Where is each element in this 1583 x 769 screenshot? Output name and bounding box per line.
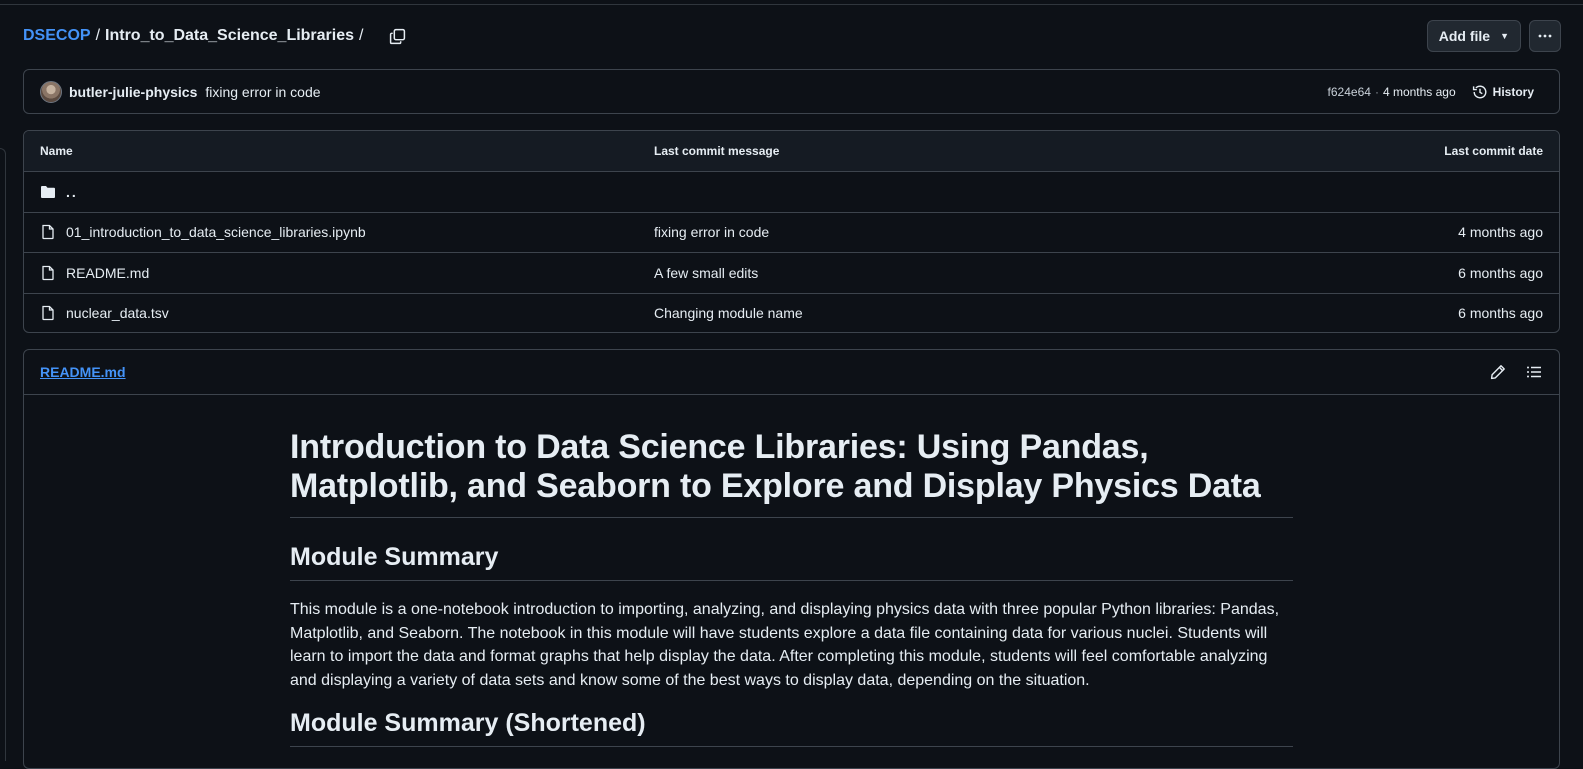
history-label: History [1492, 84, 1534, 99]
outline-button[interactable] [1525, 363, 1543, 381]
table-row: nuclear_data.tsv Changing module name 6 … [24, 292, 1559, 333]
left-panel-edge [0, 148, 6, 761]
readme-file-link[interactable]: README.md [40, 364, 126, 380]
table-row: 01_introduction_to_data_science_librarie… [24, 211, 1559, 253]
file-table: Name Last commit message Last commit dat… [23, 130, 1560, 333]
readme-content: Introduction to Data Science Libraries: … [290, 428, 1293, 748]
breadcrumb-owner-link[interactable]: DSECOP [23, 27, 91, 45]
folder-icon [40, 184, 56, 200]
list-unordered-icon [1527, 366, 1541, 378]
breadcrumb: DSECOP / Intro_to_Data_Science_Libraries… [23, 27, 368, 45]
parent-directory-cell: .. [40, 184, 78, 200]
add-file-button[interactable]: Add file ▼ [1426, 20, 1521, 52]
file-icon [40, 224, 56, 240]
commit-author-link[interactable]: butler-julie-physics [69, 84, 197, 100]
module-summary-paragraph: This module is a one-notebook introducti… [290, 601, 1280, 689]
top-border [0, 0, 1583, 5]
commit-sha-link[interactable]: f624e64 [1328, 85, 1371, 99]
table-header-row: Name Last commit message Last commit dat… [24, 131, 1559, 171]
more-options-button[interactable] [1529, 20, 1561, 52]
table-row-parent-directory[interactable]: .. [24, 171, 1559, 212]
readme-tools [1489, 363, 1543, 381]
section-heading-module-summary: Module Summary [290, 542, 1293, 581]
file-commit-date: 6 months ago [1458, 264, 1543, 281]
file-browser-header: DSECOP / Intro_to_Data_Science_Libraries… [23, 18, 1561, 54]
copy-icon [389, 28, 406, 44]
file-link[interactable]: nuclear_data.tsv [66, 305, 169, 321]
author-avatar[interactable] [40, 80, 62, 103]
history-icon [1472, 85, 1487, 98]
column-header-message: Last commit message [654, 144, 780, 158]
kebab-horizontal-icon [1538, 34, 1552, 38]
history-button[interactable]: History [1472, 84, 1543, 100]
readme-header: README.md [24, 350, 1559, 395]
file-icon [40, 265, 56, 281]
readme-panel: README.md Introduction to Data Science L… [23, 349, 1560, 769]
file-commit-date: 4 months ago [1458, 224, 1543, 241]
file-icon [40, 305, 56, 321]
commit-message-link[interactable]: fixing error in code [205, 84, 320, 100]
file-link[interactable]: README.md [66, 265, 149, 281]
file-commit-message-link[interactable]: Changing module name [654, 305, 803, 321]
header-actions: Add file ▼ [1426, 20, 1561, 52]
breadcrumb-folder: Intro_to_Data_Science_Libraries [105, 27, 355, 44]
breadcrumb-trailing-separator: / [359, 27, 364, 44]
latest-commit-bar: butler-julie-physics fixing error in cod… [23, 69, 1560, 114]
commit-meta-separator: · [1374, 84, 1379, 99]
pencil-icon [1490, 365, 1505, 380]
file-commit-message-link[interactable]: fixing error in code [654, 224, 769, 240]
file-name-cell: README.md [40, 265, 149, 281]
parent-directory-link[interactable]: .. [66, 184, 78, 200]
file-name-cell: nuclear_data.tsv [40, 305, 169, 321]
table-row: README.md A few small edits 6 months ago [24, 252, 1559, 293]
file-name-cell: 01_introduction_to_data_science_librarie… [40, 224, 366, 240]
commit-age: 4 months ago [1382, 84, 1456, 99]
section-heading-module-summary-shortened: Module Summary (Shortened) [290, 708, 1293, 748]
file-link[interactable]: 01_introduction_to_data_science_librarie… [66, 224, 366, 240]
file-commit-message-link[interactable]: A few small edits [654, 265, 758, 281]
edit-file-button[interactable] [1489, 363, 1507, 381]
commit-meta: f624e64 · 4 months ago History [1328, 84, 1543, 100]
chevron-down-icon: ▼ [1500, 31, 1509, 41]
add-file-label: Add file [1438, 28, 1491, 44]
column-header-date: Last commit date [1444, 144, 1543, 158]
copy-path-button[interactable] [386, 25, 408, 47]
column-header-name: Name [40, 144, 73, 158]
readme-title: Introduction to Data Science Libraries: … [290, 428, 1293, 518]
file-commit-date: 6 months ago [1458, 305, 1543, 322]
breadcrumb-separator: / [95, 27, 101, 44]
